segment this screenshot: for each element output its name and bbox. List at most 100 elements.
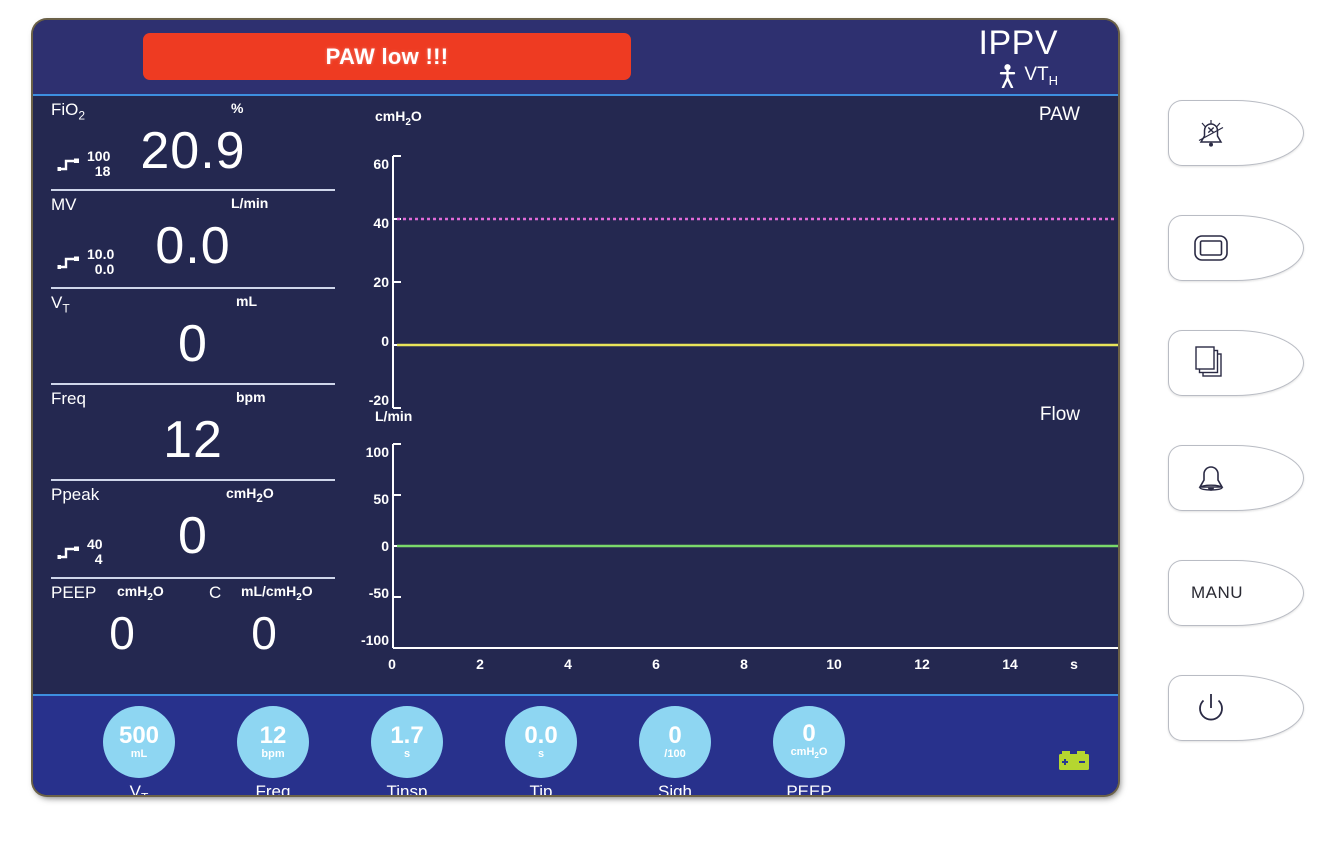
flow-ytick: 0 [381, 538, 389, 554]
alarm-banner[interactable]: PAW low !!! [143, 33, 631, 80]
flow-xtick: 2 [476, 656, 484, 672]
limit-range-icon [57, 156, 83, 173]
measurement-unit: bpm [236, 389, 266, 405]
ventilation-mode: IPPV [978, 24, 1058, 62]
patient-label: VTH [1024, 64, 1058, 88]
paw-ytick: 20 [373, 274, 389, 290]
setting-peep[interactable]: 0 cmH2O PEEP [761, 706, 857, 795]
setting-value: 1.7 [390, 721, 424, 749]
patient-adult-icon [999, 64, 1016, 88]
measurement-fio2[interactable]: FiO2 % 20.9 100 18 [51, 96, 335, 189]
paw-waveform-chart[interactable]: cmH2O PAW 60 40 20 0 -20 [353, 96, 1118, 409]
peep-label: PEEP [51, 583, 97, 602]
setting-name: Freq [255, 782, 291, 795]
battery-icon [1058, 748, 1090, 777]
compliance-value: 0 [251, 607, 277, 659]
waveform-area: cmH2O PAW 60 40 20 0 -20 L/min Flow 100 … [353, 96, 1118, 694]
measurement-mv[interactable]: MV L/min 0.0 10.0 0.0 [51, 189, 335, 287]
ventilator-screenshot: PAW low !!! IPPV VTH FiO2 % 20.9 100 18 … [0, 0, 1332, 843]
paw-ytick: 0 [381, 333, 389, 349]
paw-ytick: 60 [373, 156, 389, 172]
flow-xtick: 6 [652, 656, 660, 672]
setting-value: 0 [668, 721, 682, 749]
measurement-label: FiO2 [51, 100, 86, 123]
setting-freq[interactable]: 12 bpm Freq [225, 706, 321, 795]
setting-unit: s [403, 747, 411, 760]
flow-xtick: 12 [914, 656, 930, 672]
measurement-label: MV [51, 195, 77, 214]
paw-ytick: 40 [373, 215, 389, 231]
setting-vt[interactable]: 500 mL VT [91, 706, 187, 795]
measurement-vt[interactable]: VT mL 0 [51, 287, 335, 383]
flow-xtick: 8 [740, 656, 748, 672]
setting-bubble[interactable]: 500 mL [103, 706, 175, 778]
setting-value: 12 [259, 721, 287, 749]
limit-low: 18 [94, 163, 111, 179]
flow-waveform-chart[interactable]: L/min Flow 100 50 0 -50 -100 0 2 4 6 8 1… [353, 396, 1118, 672]
setting-sigh[interactable]: 0 /100 Sigh [627, 706, 723, 795]
setting-bubble[interactable]: 1.7 s [371, 706, 443, 778]
manual-breath-button[interactable]: MANU [1168, 560, 1304, 626]
setting-value: 500 [118, 721, 160, 749]
setting-bubble[interactable]: 0.0 s [505, 706, 577, 778]
flow-xtick: 0 [388, 656, 396, 672]
limit-high: 40 [87, 536, 103, 552]
settings-bar: 500 mL VT 12 bpm Freq 1.7 s [33, 694, 1118, 795]
paw-plot [392, 155, 1118, 409]
pages-icon [1187, 339, 1235, 387]
measurement-ppeak[interactable]: Ppeak cmH2O 0 40 4 [51, 479, 335, 577]
measurement-peep-compliance[interactable]: PEEP cmH2O C mL/cmH2O 0 0 [51, 577, 335, 667]
manual-breath-label: MANU [1191, 583, 1244, 602]
measurement-unit: mL [236, 293, 257, 309]
flow-x-unit: s [1070, 656, 1078, 672]
setting-bubble[interactable]: 0 /100 [639, 706, 711, 778]
screen-display-icon [1187, 224, 1235, 272]
setting-bubble[interactable]: 12 bpm [237, 706, 309, 778]
screen-body: FiO2 % 20.9 100 18 MV L/min 0.0 10.0 0.0… [33, 96, 1118, 694]
measurement-unit: % [231, 100, 244, 116]
alarm-limits[interactable]: 10.0 0.0 [57, 247, 114, 277]
measurement-label: Ppeak [51, 485, 100, 504]
screen-header: PAW low !!! IPPV VTH [33, 20, 1118, 96]
setting-bubble[interactable]: 0 cmH2O [773, 706, 845, 778]
setting-name: PEEP [786, 782, 832, 795]
paw-chart-title: PAW [1038, 104, 1080, 125]
setting-tip[interactable]: 0.0 s Tip [493, 706, 589, 795]
paw-y-unit: cmH2O [375, 108, 422, 128]
peep-unit: cmH2O [117, 583, 164, 603]
hardware-key-panel: MANU [1168, 100, 1318, 790]
alarm-mute-button[interactable] [1168, 100, 1304, 166]
setting-unit: bpm [261, 747, 285, 760]
screen-display-button[interactable] [1168, 215, 1304, 281]
alarm-bell-icon [1187, 454, 1235, 502]
limit-high: 100 [87, 148, 111, 164]
flow-xtick: 10 [826, 656, 842, 672]
setting-value: 0.0 [524, 721, 558, 749]
setting-name: Tinsp [386, 782, 428, 795]
setting-unit: /100 [664, 747, 686, 760]
setting-unit: cmH2O [790, 745, 828, 761]
power-icon [1187, 684, 1235, 732]
setting-name: VT [129, 782, 149, 795]
ventilator-screen: PAW low !!! IPPV VTH FiO2 % 20.9 100 18 … [33, 20, 1118, 795]
measurement-value: 12 [163, 411, 223, 469]
alarm-message: PAW low !!! [325, 43, 449, 69]
alarm-limits[interactable]: 100 18 [57, 149, 110, 179]
setting-name: Sigh [657, 782, 693, 795]
alarm-limits-button[interactable] [1168, 445, 1304, 511]
alarm-limits[interactable]: 40 4 [57, 537, 103, 567]
flow-y-unit: L/min [375, 408, 413, 424]
flow-ytick: 50 [373, 491, 389, 507]
limit-range-icon [57, 254, 83, 271]
setting-value: 0 [802, 719, 816, 747]
setting-name: Tip [529, 782, 553, 795]
measurement-freq[interactable]: Freq bpm 12 [51, 383, 335, 479]
power-button[interactable] [1168, 675, 1304, 741]
flow-chart-title: Flow [1039, 404, 1080, 425]
pages-button[interactable] [1168, 330, 1304, 396]
flow-plot [392, 443, 1118, 649]
setting-tinsp[interactable]: 1.7 s Tinsp [359, 706, 455, 795]
setting-unit: mL [130, 747, 148, 760]
limit-high: 10.0 [87, 246, 115, 262]
compliance-unit: mL/cmH2O [241, 583, 313, 603]
